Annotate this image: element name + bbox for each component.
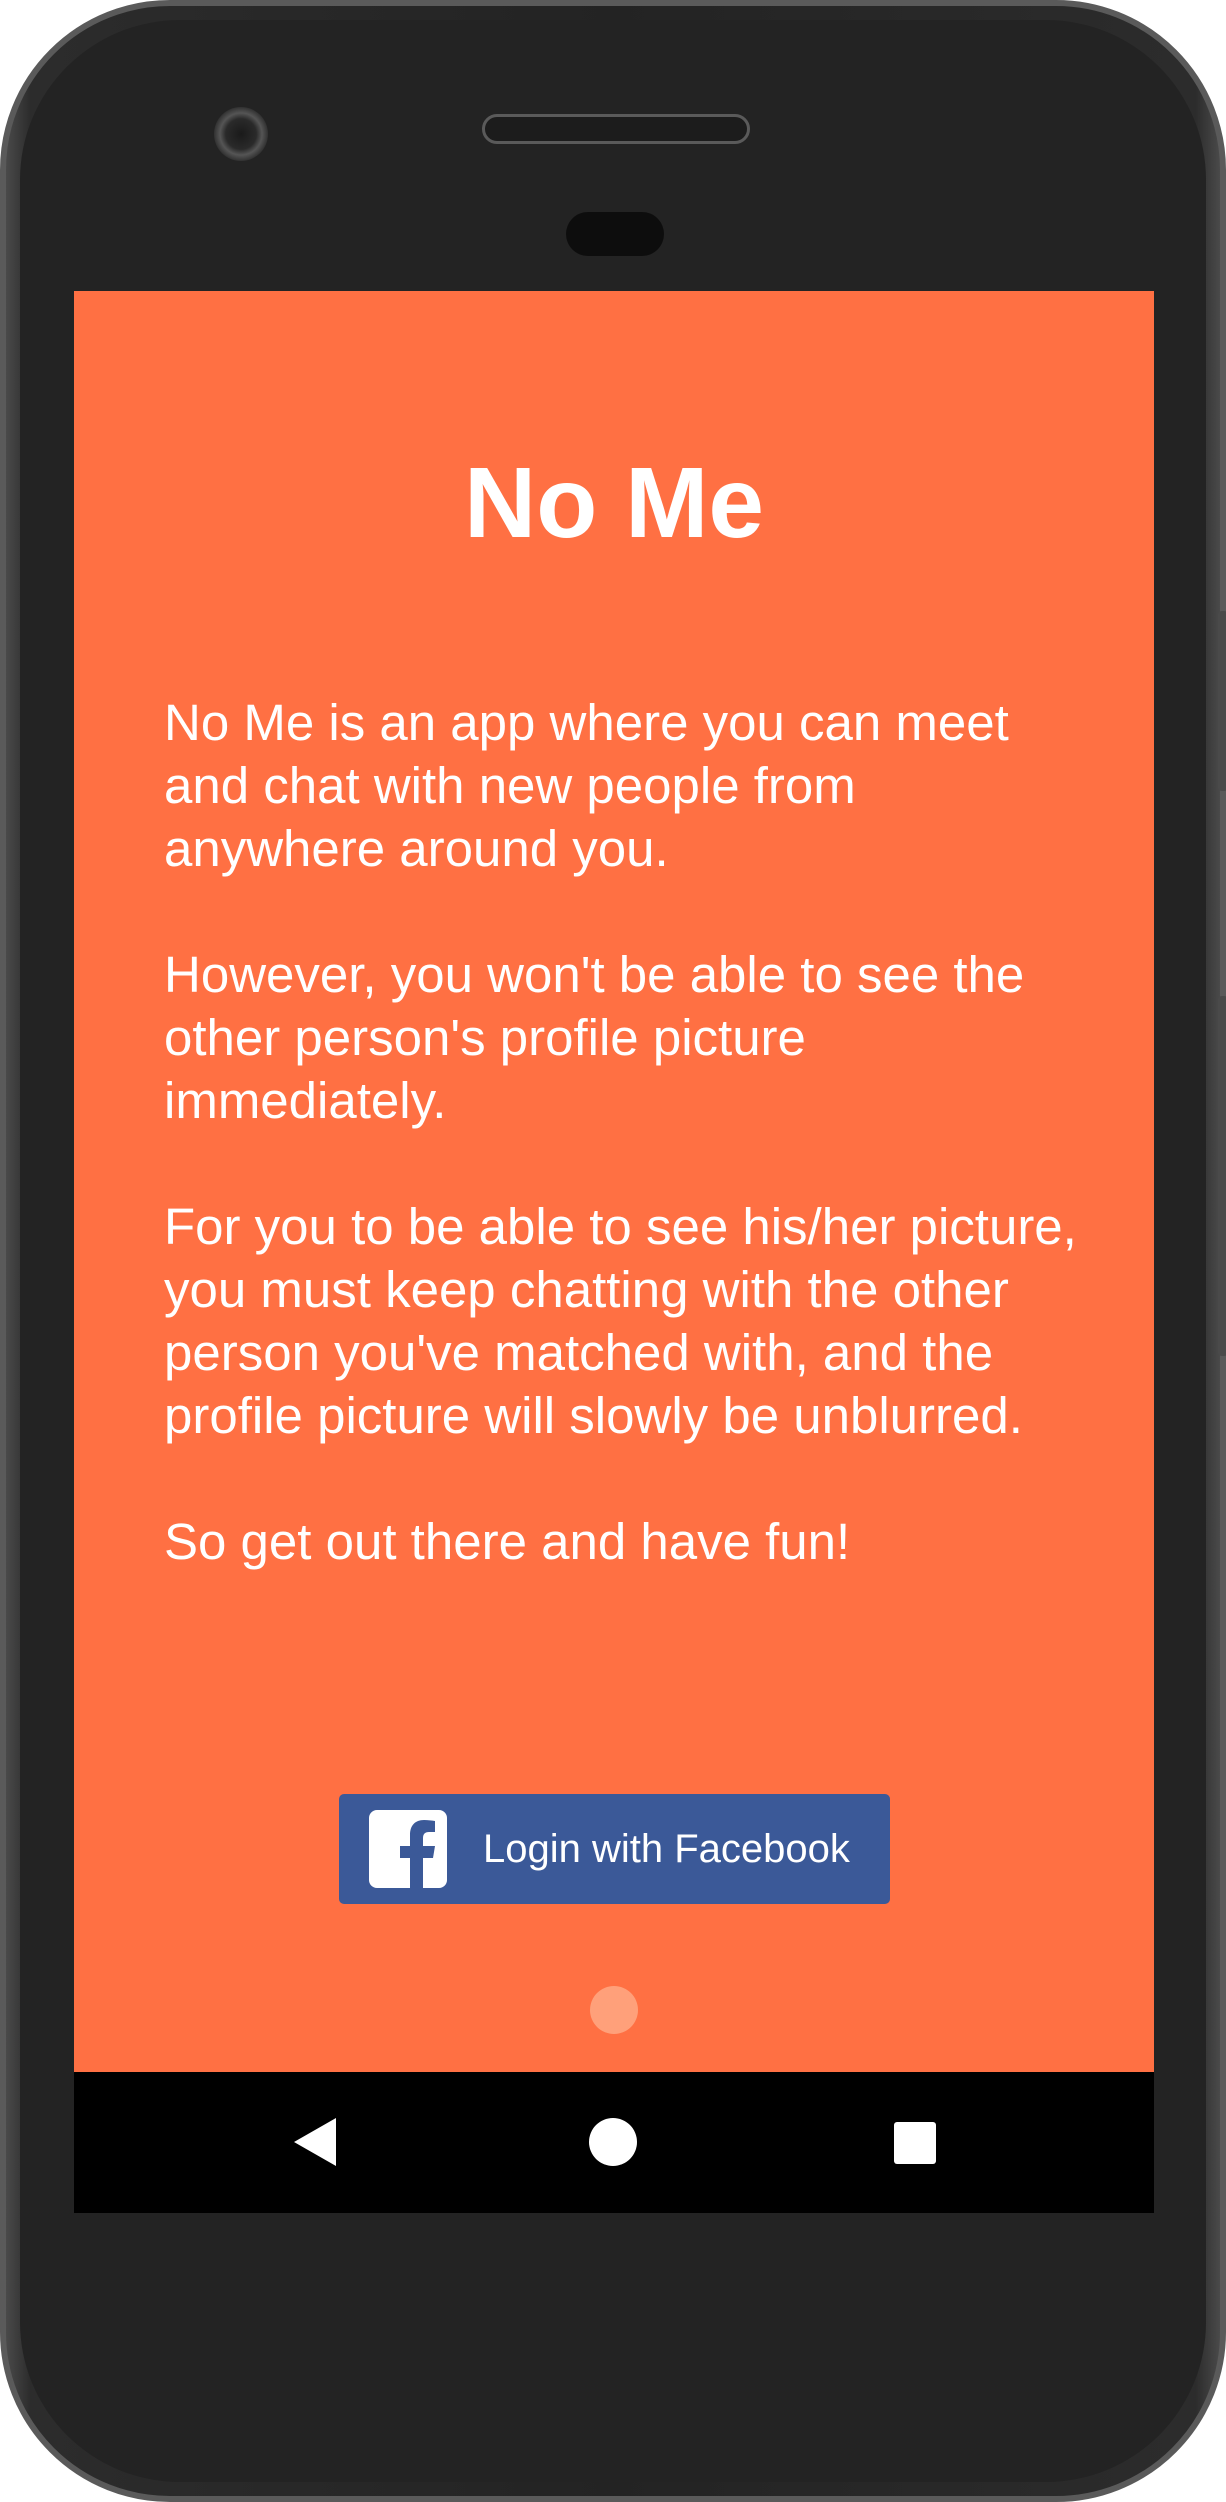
- recents-icon[interactable]: [894, 2122, 936, 2164]
- app-screen: No Me No Me is an app where you can meet…: [74, 291, 1154, 2213]
- earpiece-speaker: [482, 114, 750, 144]
- facebook-login-button[interactable]: Login with Facebook: [339, 1794, 890, 1904]
- facebook-login-label: Login with Facebook: [483, 1826, 850, 1871]
- intro-description: No Me is an app where you can meet and c…: [164, 691, 1084, 1636]
- proximity-sensor: [566, 212, 664, 256]
- intro-paragraph: However, you won't be able to see the ot…: [164, 946, 1025, 1129]
- power-button: [1218, 611, 1226, 791]
- intro-paragraph: For you to be able to see his/her pictur…: [164, 1198, 1077, 1444]
- navigation-bar: [74, 2072, 1154, 2213]
- page-indicator-dot: [590, 1986, 638, 2034]
- phone-frame: No Me No Me is an app where you can meet…: [0, 0, 1226, 2502]
- front-camera: [214, 107, 268, 161]
- intro-paragraph: No Me is an app where you can meet and c…: [164, 694, 1009, 877]
- app-title: No Me: [464, 447, 764, 559]
- home-icon[interactable]: [589, 2118, 637, 2166]
- back-icon[interactable]: [290, 2116, 340, 2168]
- facebook-icon: [369, 1810, 447, 1888]
- volume-button: [1218, 996, 1226, 1356]
- intro-paragraph: So get out there and have fun!: [164, 1513, 851, 1570]
